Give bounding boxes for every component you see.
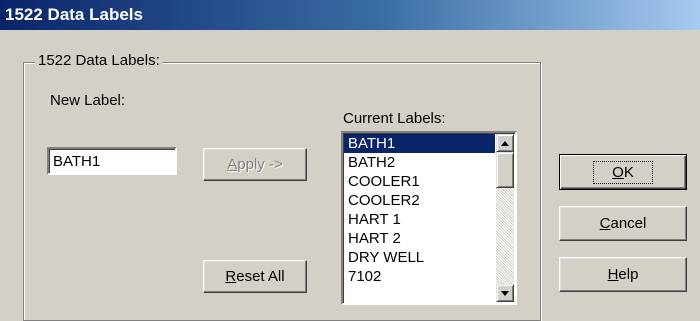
cancel-button[interactable]: Cancel — [559, 206, 687, 241]
list-item[interactable]: 7102 — [344, 267, 495, 286]
new-label-input[interactable] — [47, 147, 177, 175]
list-items: BATH1 BATH2 COOLER1 COOLER2 HART 1 HART 2 DRY … — [344, 134, 495, 286]
help-button-label: Help — [607, 266, 639, 283]
list-item[interactable]: HART 2 — [344, 229, 495, 248]
list-item[interactable]: BATH2 — [344, 153, 495, 172]
list-item[interactable]: BATH1 — [344, 134, 495, 153]
list-item[interactable]: HART 1 — [344, 210, 495, 229]
scroll-up-button[interactable] — [496, 134, 514, 152]
scroll-thumb[interactable] — [496, 152, 514, 188]
apply-button-label: Apply -> — [227, 156, 283, 173]
reset-all-button[interactable]: Reset All — [203, 260, 307, 293]
current-labels-caption: Current Labels: — [343, 110, 446, 127]
arrow-up-icon — [501, 140, 509, 146]
current-labels-list[interactable]: BATH1 BATH2 COOLER1 COOLER2 HART 1 HART 2 DRY … — [341, 131, 517, 305]
new-label-caption: New Label: — [50, 92, 126, 109]
scroll-down-button[interactable] — [496, 284, 514, 302]
reset-all-button-label: Reset All — [225, 268, 285, 285]
group-legend: 1522 Data Labels: — [35, 52, 163, 69]
ok-button[interactable]: OK — [559, 154, 687, 190]
list-item[interactable]: COOLER1 — [344, 172, 495, 191]
arrow-down-icon — [501, 290, 509, 296]
list-item[interactable]: DRY WELL — [344, 248, 495, 267]
window-title: 1522 Data Labels — [0, 0, 700, 30]
apply-button[interactable]: Apply -> — [203, 148, 307, 181]
help-button[interactable]: Help — [559, 257, 687, 292]
list-scrollbar[interactable] — [496, 134, 514, 302]
list-item[interactable]: COOLER2 — [344, 191, 495, 210]
ok-button-label: OK — [593, 160, 653, 184]
dialog-body: 1522 Data Labels: New Label: Apply -> Re… — [0, 30, 700, 321]
cancel-button-label: Cancel — [599, 215, 647, 232]
